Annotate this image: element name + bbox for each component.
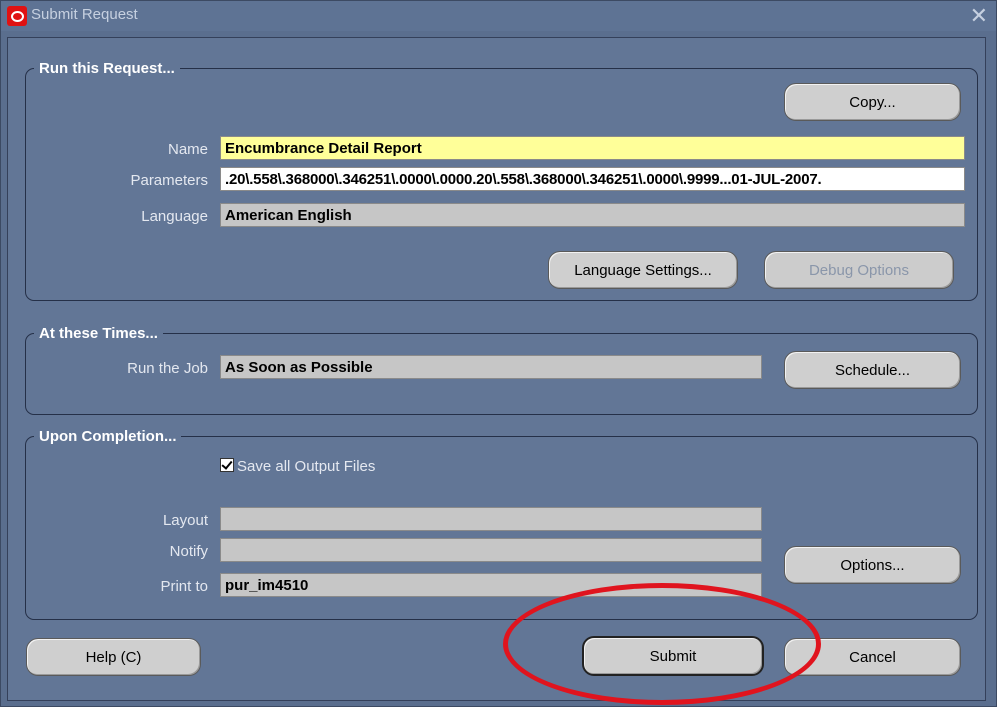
language-label: Language bbox=[141, 208, 208, 225]
cancel-button[interactable]: Cancel bbox=[784, 638, 961, 676]
at-these-times-legend: At these Times... bbox=[39, 325, 158, 342]
help-button[interactable]: Help (C) bbox=[26, 638, 201, 676]
checkbox-checked-icon[interactable] bbox=[220, 458, 234, 472]
language-settings-button[interactable]: Language Settings... bbox=[548, 251, 738, 289]
print-to-field[interactable]: pur_im4510 bbox=[220, 573, 762, 597]
close-icon[interactable]: ✕ bbox=[970, 3, 988, 29]
title-bar: Submit Request ✕ bbox=[1, 1, 996, 31]
debug-options-button[interactable]: Debug Options bbox=[764, 251, 954, 289]
schedule-button[interactable]: Schedule... bbox=[784, 351, 961, 389]
run-request-legend: Run this Request... bbox=[39, 60, 175, 77]
layout-label: Layout bbox=[162, 512, 208, 529]
dialog-body: Run this Request... Copy... Name Encumbr… bbox=[7, 37, 986, 701]
options-button[interactable]: Options... bbox=[784, 546, 961, 584]
name-label: Name bbox=[167, 141, 208, 158]
save-output-option[interactable]: Save all Output Files bbox=[220, 458, 375, 475]
print-to-label: Print to bbox=[160, 578, 208, 595]
run-job-label: Run the Job bbox=[127, 360, 208, 377]
parameters-field[interactable]: .20\.558\.368000\.346251\.0000\.0000.20\… bbox=[220, 167, 965, 191]
notify-field[interactable] bbox=[220, 538, 762, 562]
save-output-label: Save all Output Files bbox=[237, 458, 376, 475]
parameters-label: Parameters bbox=[130, 172, 208, 189]
language-field[interactable]: American English bbox=[220, 203, 965, 227]
submit-request-window: Submit Request ✕ Run this Request... Cop… bbox=[0, 0, 997, 707]
submit-button[interactable]: Submit bbox=[582, 636, 764, 676]
oracle-icon bbox=[7, 6, 27, 26]
notify-label: Notify bbox=[169, 543, 208, 560]
run-job-field[interactable]: As Soon as Possible bbox=[220, 355, 762, 379]
name-field[interactable]: Encumbrance Detail Report bbox=[220, 136, 965, 160]
copy-button[interactable]: Copy... bbox=[784, 83, 961, 121]
upon-completion-legend: Upon Completion... bbox=[39, 428, 177, 445]
window-title: Submit Request bbox=[31, 6, 138, 23]
layout-field[interactable] bbox=[220, 507, 762, 531]
